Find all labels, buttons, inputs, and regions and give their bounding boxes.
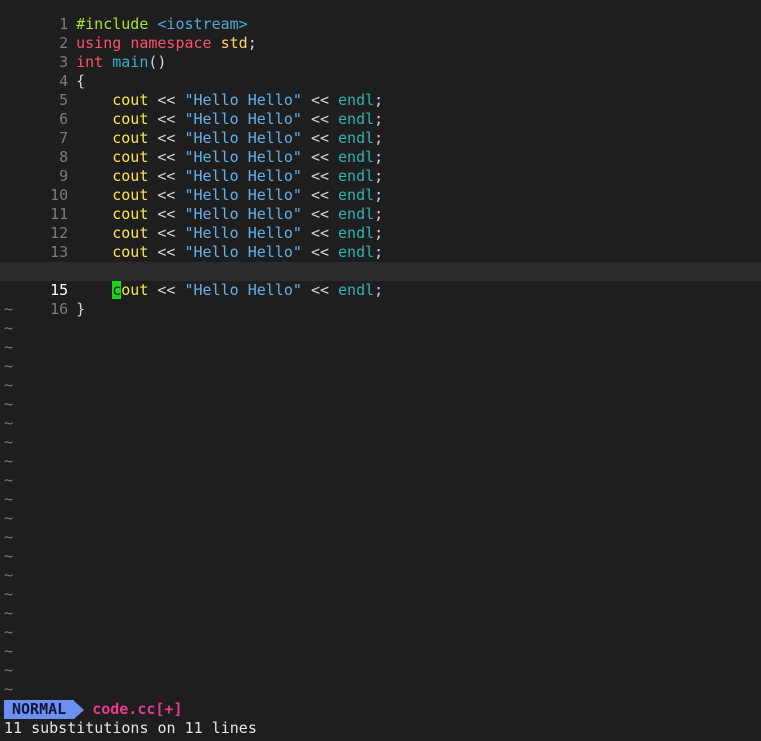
code-line[interactable]: 6 cout << "Hello Hello" << endl; (0, 91, 761, 128)
empty-line-marker: ~ (4, 433, 14, 451)
empty-line-marker: ~ (4, 604, 14, 622)
mode-indicator: NORMAL (4, 700, 75, 719)
code-line[interactable]: 4{ (0, 53, 761, 90)
code-line[interactable]: 14 cout << "Hello Hello" << endl; (0, 243, 761, 280)
empty-line-marker: ~ (4, 357, 14, 375)
empty-line-marker: ~ (4, 623, 14, 641)
empty-line-marker: ~ (4, 338, 14, 356)
code-line[interactable]: 13 cout << "Hello Hello" << endl; (0, 224, 761, 261)
empty-line-marker: ~ (4, 585, 14, 603)
code-line[interactable]: 1 #include <iostream> (0, 0, 761, 33)
code-line[interactable]: 11 cout << "Hello Hello" << endl; (0, 186, 761, 223)
command-line-message[interactable]: 11 substitutions on 11 lines (4, 719, 257, 738)
empty-line-marker: ~ (4, 376, 14, 394)
empty-line-marker: ~ (4, 452, 14, 470)
empty-line-marker: ~ (4, 319, 14, 337)
code-line[interactable]: 7 cout << "Hello Hello" << endl; (0, 110, 761, 147)
empty-line-marker: ~ (4, 509, 14, 527)
empty-line-marker: ~ (4, 414, 14, 432)
code-line[interactable]: 9 cout << "Hello Hello" << endl; (0, 148, 761, 185)
empty-line-marker: ~ (4, 680, 14, 698)
code-line[interactable]: 10 cout << "Hello Hello" << endl; (0, 167, 761, 204)
code-line[interactable]: 8 cout << "Hello Hello" << endl; (0, 129, 761, 166)
code-line[interactable]: 16} (0, 281, 761, 318)
status-line: NORMAL code.cc[+] (4, 700, 183, 719)
empty-line-marker: ~ (4, 528, 14, 546)
mode-separator-icon (74, 700, 85, 719)
empty-line-marker: ~ (4, 661, 14, 679)
empty-line-marker: ~ (4, 642, 14, 660)
empty-line-marker: ~ (4, 566, 14, 584)
empty-line-marker: ~ (4, 490, 14, 508)
empty-line-marker: ~ (4, 547, 14, 565)
code-line-current[interactable]: 15 cout << "Hello Hello" << endl; (0, 262, 761, 300)
empty-line-marker: ~ (4, 471, 14, 489)
editor-buffer[interactable]: 1 #include <iostream> 2 using namespace st… (0, 0, 761, 699)
code-line[interactable]: 2 using namespace std; (0, 15, 761, 52)
code-line[interactable]: 12 cout << "Hello Hello" << endl; (0, 205, 761, 242)
empty-line-marker: ~ (4, 395, 14, 413)
empty-line-marker: ~ (4, 300, 14, 318)
file-name: code.cc[+] (92, 700, 183, 718)
code-line[interactable]: 5 cout << "Hello Hello" << endl; (0, 72, 761, 109)
code-line[interactable]: 3 int main() (0, 34, 761, 71)
